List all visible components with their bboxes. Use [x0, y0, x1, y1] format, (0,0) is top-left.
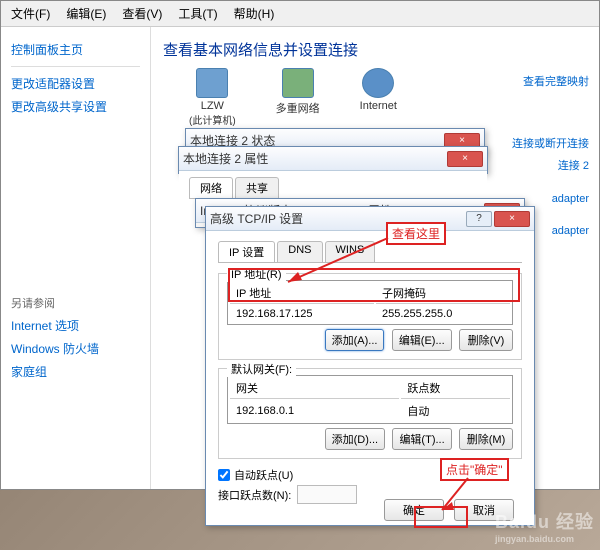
help-icon[interactable]: ? — [466, 211, 492, 227]
group-ip-addresses: IP 地址(R) IP 地址子网掩码 192.168.17.125 255.25… — [218, 273, 522, 360]
sidebar-homegroup[interactable]: 家庭组 — [11, 363, 140, 380]
sidebar-home[interactable]: 控制面板主页 — [11, 41, 140, 58]
iface-metric-input — [297, 485, 357, 504]
menu-view[interactable]: 查看(V) — [116, 3, 168, 24]
node-computer-sublabel: (此计算机) — [189, 112, 236, 127]
ok-button[interactable]: 确定 — [384, 499, 444, 521]
d4-tabs: IP 设置 DNS WINS — [218, 241, 522, 263]
ip-table: IP 地址子网掩码 192.168.17.125 255.255.255.0 — [227, 280, 513, 325]
computer-icon — [196, 68, 228, 98]
sidebar-internet-options[interactable]: Internet 选项 — [11, 317, 140, 334]
tab-dns[interactable]: DNS — [277, 241, 322, 262]
tab-network[interactable]: 网络 — [189, 177, 233, 198]
network-icon — [282, 68, 314, 98]
iface-metric-label: 接口跃点数(N): — [218, 487, 291, 503]
node-computer-label: LZW — [189, 100, 236, 112]
edit-gw-button[interactable]: 编辑(T)... — [392, 428, 451, 450]
sidebar-firewall[interactable]: Windows 防火墙 — [11, 340, 140, 357]
auto-metric-input[interactable] — [218, 469, 230, 481]
d2-tabs: 网络 共享 — [189, 177, 477, 199]
watermark: Baidu 经验jingyan.baidu.com — [495, 508, 594, 544]
delete-ip-button[interactable]: 删除(V) — [459, 329, 513, 351]
annotation-click-ok: 点击"确定" — [440, 458, 509, 481]
annotation-look-here: 查看这里 — [386, 222, 446, 245]
col-ip: IP 地址 — [230, 283, 374, 304]
node-internet: Internet — [360, 68, 397, 127]
tab-wins[interactable]: WINS — [325, 241, 376, 262]
col-mask: 子网掩码 — [376, 283, 510, 304]
group-ip-label: IP 地址(R) — [227, 266, 286, 282]
see-also-label: 另请参阅 — [11, 295, 140, 311]
gateway-value: 192.168.0.1 — [230, 401, 399, 421]
ip-value: 192.168.17.125 — [230, 306, 374, 322]
metric-value: 自动 — [401, 401, 510, 421]
edit-ip-button[interactable]: 编辑(E)... — [392, 329, 452, 351]
col-metric: 跃点数 — [401, 378, 510, 399]
add-ip-button[interactable]: 添加(A)... — [325, 329, 385, 351]
sidebar-sharing-settings[interactable]: 更改高级共享设置 — [11, 98, 140, 115]
node-internet-label: Internet — [360, 100, 397, 112]
link-full-map[interactable]: 查看完整映射 — [512, 73, 589, 89]
auto-metric-label: 自动跃点(U) — [234, 467, 293, 483]
menu-file[interactable]: 文件(F) — [5, 3, 56, 24]
gateway-table: 网关跃点数 192.168.0.1 自动 — [227, 375, 513, 424]
tab-sharing[interactable]: 共享 — [235, 177, 279, 198]
node-computer: LZW (此计算机) — [189, 68, 236, 127]
page-title: 查看基本网络信息并设置连接 — [163, 39, 587, 60]
col-gateway: 网关 — [230, 378, 399, 399]
node-network: 多重网络 — [276, 68, 320, 127]
menu-tools[interactable]: 工具(T) — [172, 3, 223, 24]
menubar: 文件(F) 编辑(E) 查看(V) 工具(T) 帮助(H) — [1, 1, 599, 27]
globe-icon — [362, 68, 394, 98]
link-connect-disconnect[interactable]: 连接或断开连接 — [512, 135, 589, 151]
mask-value: 255.255.255.0 — [376, 306, 510, 322]
group-gateways: 默认网关(F): 网关跃点数 192.168.0.1 自动 添加(D)... 编… — [218, 368, 522, 459]
link-connection-2[interactable]: 连接 2 — [512, 157, 589, 173]
close-icon[interactable]: × — [447, 151, 483, 167]
d4-title: 高级 TCP/IP 设置 — [210, 210, 303, 227]
d2-title: 本地连接 2 属性 — [183, 150, 268, 167]
tab-ip-settings[interactable]: IP 设置 — [218, 241, 275, 262]
close-icon[interactable]: × — [494, 211, 530, 227]
sidebar-adapter-settings[interactable]: 更改适配器设置 — [11, 75, 140, 92]
group-gw-label: 默认网关(F): — [227, 361, 296, 377]
menu-edit[interactable]: 编辑(E) — [60, 3, 112, 24]
sidebar: 控制面板主页 更改适配器设置 更改高级共享设置 另请参阅 Internet 选项… — [1, 27, 151, 489]
gateway-row[interactable]: 192.168.0.1 自动 — [230, 401, 510, 421]
dialog-connection-properties: 本地连接 2 属性× 网络 共享 — [178, 146, 488, 174]
ip-row[interactable]: 192.168.17.125 255.255.255.0 — [230, 306, 510, 322]
menu-help[interactable]: 帮助(H) — [228, 3, 281, 24]
node-network-label: 多重网络 — [276, 100, 320, 116]
delete-gw-button[interactable]: 删除(M) — [459, 428, 513, 450]
add-gw-button[interactable]: 添加(D)... — [325, 428, 385, 450]
